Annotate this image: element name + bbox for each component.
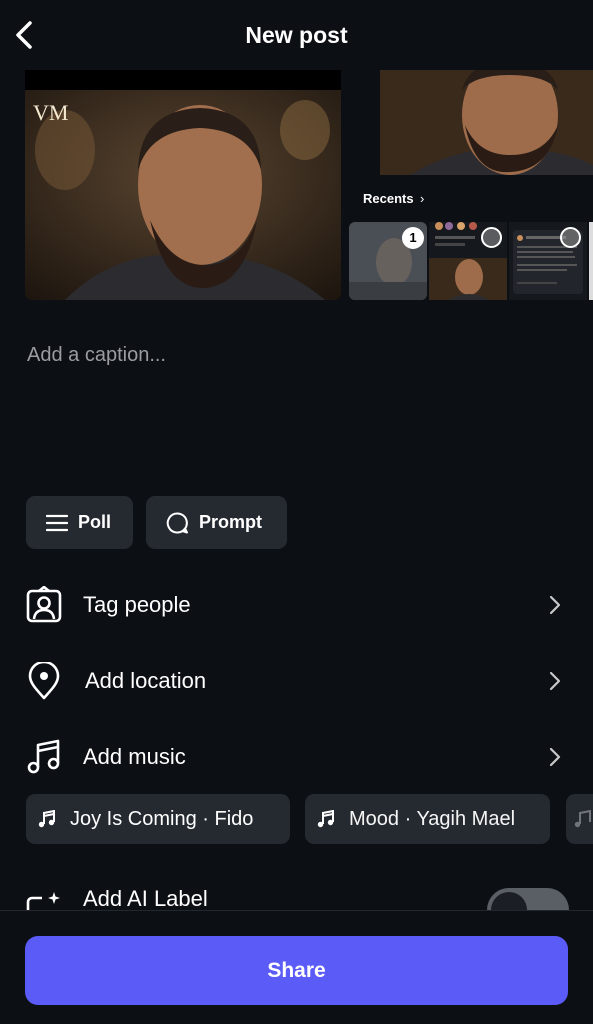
music-suggestion-chip[interactable] bbox=[566, 794, 593, 844]
chevron-right-icon[interactable]: › bbox=[420, 191, 424, 206]
add-location-row[interactable]: Add location bbox=[0, 652, 593, 708]
chevron-right-icon bbox=[549, 671, 561, 691]
poll-button[interactable]: Poll bbox=[26, 496, 133, 549]
music-note-icon bbox=[317, 810, 334, 828]
tag-person-icon bbox=[26, 586, 62, 623]
tag-people-label: Tag people bbox=[83, 592, 191, 617]
ai-label-toggle[interactable] bbox=[487, 888, 569, 910]
chevron-right-icon bbox=[549, 747, 561, 767]
prompt-button[interactable]: Prompt bbox=[146, 496, 287, 549]
ai-sparkle-icon bbox=[26, 892, 60, 910]
selected-media-preview[interactable]: VM bbox=[25, 70, 341, 300]
bottom-bar: Share bbox=[0, 910, 593, 1024]
page-title: New post bbox=[245, 22, 348, 48]
add-music-label: Add music bbox=[83, 744, 186, 769]
secondary-photo bbox=[380, 70, 593, 175]
share-button[interactable]: Share bbox=[25, 936, 568, 1005]
add-music-row[interactable]: Add music bbox=[0, 728, 593, 784]
location-pin-icon bbox=[28, 662, 60, 700]
music-suggestion-text: Joy Is Coming · Fido bbox=[70, 807, 254, 830]
chevron-right-icon bbox=[549, 595, 561, 615]
header: New post bbox=[0, 0, 593, 70]
music-suggestion-chip[interactable]: Mood · Yagih Mael bbox=[305, 794, 550, 844]
recents-button[interactable]: Recents bbox=[363, 191, 414, 206]
preview-photo bbox=[25, 90, 341, 300]
add-ai-label-row[interactable]: Add AI Label bbox=[0, 880, 593, 910]
list-icon bbox=[46, 514, 68, 531]
add-location-label: Add location bbox=[85, 668, 207, 693]
music-note-icon bbox=[574, 810, 591, 828]
poll-label: Poll bbox=[78, 512, 112, 532]
music-note-icon bbox=[38, 810, 55, 828]
watermark-logo: VM bbox=[33, 100, 69, 125]
selection-number-badge: 1 bbox=[402, 227, 424, 249]
gallery-thumbnail[interactable] bbox=[589, 222, 593, 300]
gallery-thumbnails bbox=[349, 222, 593, 300]
tag-people-row[interactable]: Tag people bbox=[0, 576, 593, 632]
music-suggestion-chip[interactable]: Joy Is Coming · Fido bbox=[26, 794, 290, 844]
music-suggestion-text: Mood · Yagih Mael bbox=[349, 807, 516, 830]
speech-bubble-icon bbox=[166, 511, 188, 533]
add-ai-label-text: Add AI Label bbox=[83, 886, 208, 910]
select-circle[interactable] bbox=[560, 227, 581, 248]
select-circle[interactable] bbox=[481, 227, 502, 248]
music-note-icon bbox=[27, 739, 60, 774]
new-post-screen: New post VM Recents › 1 Add a caption...… bbox=[0, 0, 593, 1024]
caption-input[interactable] bbox=[27, 344, 567, 474]
toggle-knob bbox=[491, 892, 527, 910]
media-preview-secondary[interactable] bbox=[380, 70, 593, 175]
prompt-label: Prompt bbox=[199, 512, 262, 532]
